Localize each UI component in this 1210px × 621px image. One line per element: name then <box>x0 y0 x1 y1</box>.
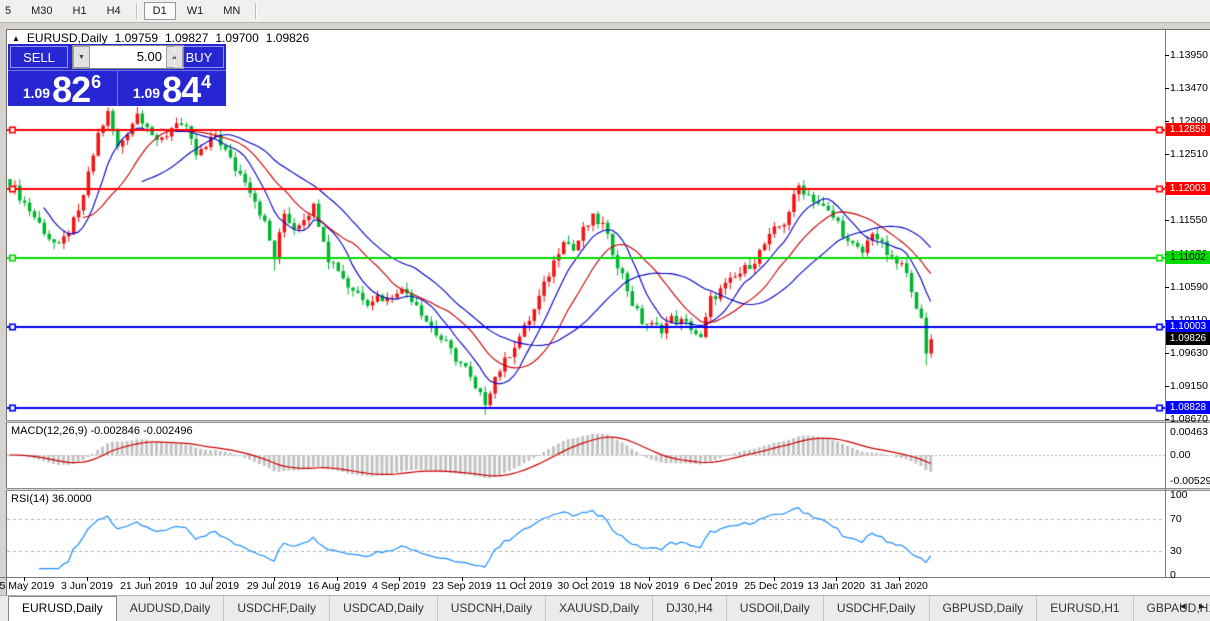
price-axis-tick <box>1165 88 1169 89</box>
ohlc-close: 1.09826 <box>265 31 310 45</box>
timeframe-button-mn[interactable]: MN <box>214 2 249 20</box>
timeframe-button-5[interactable]: 5 <box>0 2 20 20</box>
toolbar-separator <box>255 3 258 19</box>
chart-tab-xauusd-daily[interactable]: XAUUSD,Daily <box>545 596 652 621</box>
level-price-label: 1.11002 <box>1166 251 1210 265</box>
tab-scroll-controls: ◄ ► <box>1178 601 1206 611</box>
price-axis-tick <box>1165 386 1169 387</box>
tab-scroll-left-icon[interactable]: ◄ <box>1178 601 1187 611</box>
chart-tab-usdchf-daily[interactable]: USDCHF,Daily <box>822 596 929 621</box>
price-axis-tick-label: 1.13470 <box>1170 82 1208 95</box>
tab-scroll-right-icon[interactable]: ► <box>1197 601 1206 611</box>
price-axis-tick-label: 1.10590 <box>1170 280 1208 293</box>
level-price-label: 1.12858 <box>1166 123 1210 137</box>
rsi-axis-tick-label: 70 <box>1170 513 1182 525</box>
chart-tab-eurusd-daily[interactable]: EURUSD,Daily <box>8 596 117 621</box>
rsi-panel-splitter[interactable] <box>6 488 1210 491</box>
mt4-window: 5 M30 H1 H4 D1 W1 MN ▲ EURUSD,Daily 1.09759 1.… <box>0 0 1210 621</box>
price-axis-tick-label: 1.08670 <box>1170 412 1208 425</box>
macd-axis-tick-label: -0.00529 <box>1170 475 1210 488</box>
price-axis-tick <box>1165 55 1169 56</box>
level-price-label: 1.10003 <box>1166 320 1210 334</box>
date-axis-label: 13 Jan 2020 <box>807 580 865 592</box>
current-price-label: 1.09826 <box>1166 332 1210 346</box>
price-axis-tick-label: 1.09150 <box>1170 379 1208 392</box>
rsi-label-row: RSI(14) 36.0000 <box>11 493 92 505</box>
rsi-axis-tick-label: 100 <box>1170 489 1188 501</box>
volume-spinner: ▼ 5.00 ▲ <box>72 45 184 69</box>
sell-price-prefix: 1.09 <box>22 85 51 101</box>
date-axis-label: 6 Dec 2019 <box>684 580 738 592</box>
buy-price-big: 84 <box>162 69 201 110</box>
price-axis-tick <box>1165 353 1169 354</box>
sell-price-pip: 6 <box>91 72 102 92</box>
price-axis-tick <box>1165 154 1169 155</box>
ohlc-low: 1.09700 <box>215 31 259 45</box>
chart-tab-audusd-daily[interactable]: AUDUSD,Daily <box>117 596 224 621</box>
rsi-axis-tick-label: 30 <box>1170 545 1182 557</box>
chart-tab-usdchf-daily[interactable]: USDCHF,Daily <box>223 596 329 621</box>
chart-tab-usdcad-daily[interactable]: USDCAD,Daily <box>329 596 437 621</box>
volume-input[interactable]: 5.00 <box>90 46 166 68</box>
price-axis-border <box>1165 30 1166 577</box>
price-axis-tick-label: 1.13950 <box>1170 49 1208 62</box>
date-axis-border <box>0 577 1210 578</box>
toolbar-separator <box>135 3 138 19</box>
price-axis-tick <box>1165 419 1169 420</box>
macd-axis-tick-label: 0.00 <box>1170 449 1191 461</box>
level-price-label: 1.08828 <box>1166 401 1210 414</box>
rsi-value: 36.0000 <box>51 493 92 505</box>
timeframe-toolbar: 5 M30 H1 H4 D1 W1 MN <box>0 0 1210 23</box>
buy-button[interactable]: BUY <box>174 46 224 68</box>
ohlc-high: 1.09827 <box>165 31 209 45</box>
chart-tab-gbpusd-daily[interactable]: GBPUSD,Daily <box>928 596 1037 621</box>
chart-tab-usdoil-daily[interactable]: USDOil,Daily <box>725 596 823 621</box>
macd-value-signal: -0.002496 <box>143 425 193 437</box>
macd-panel-splitter[interactable] <box>6 420 1210 423</box>
price-axis-tick <box>1165 287 1169 288</box>
date-axis-label: 29 Jul 2019 <box>246 580 302 592</box>
macd-label-row: MACD(12,26,9) -0.002846 -0.002496 <box>11 425 193 437</box>
timeframe-button-h4[interactable]: H4 <box>98 2 130 20</box>
price-axis-tick <box>1165 121 1169 122</box>
timeframe-button-d1[interactable]: D1 <box>143 2 176 20</box>
chart-ohlc-header: ▲ EURUSD,Daily 1.09759 1.09827 1.09700 1… <box>12 31 309 45</box>
date-axis-label: 30 Oct 2019 <box>557 580 615 592</box>
rsi-indicator-canvas[interactable] <box>7 491 1165 577</box>
collapse-panel-icon[interactable]: ▲ <box>12 34 20 43</box>
chart-title: EURUSD,Daily <box>26 31 108 45</box>
price-axis-tick-label: 1.09630 <box>1170 346 1208 359</box>
price-axis-tick-label: 1.12510 <box>1170 148 1208 161</box>
macd-axis-tick-label: 0.00463 <box>1170 425 1208 438</box>
timeframe-button-m30[interactable]: M30 <box>22 2 61 20</box>
buy-price-display[interactable]: 1.09 84 4 <box>118 69 226 110</box>
rsi-axis-tick-label: 0 <box>1170 569 1176 581</box>
macd-value-main: -0.002846 <box>90 425 141 437</box>
level-price-label: 1.12003 <box>1166 182 1210 196</box>
chart-tab-usdcnh-daily[interactable]: USDCNH,Daily <box>436 596 545 621</box>
buy-price-pip: 4 <box>201 72 212 92</box>
buy-price-prefix: 1.09 <box>132 85 161 101</box>
chart-tab-dj30-h4[interactable]: DJ30,H4 <box>652 596 726 621</box>
chart-tab-eurusd-h1[interactable]: EURUSD,H1 <box>1036 596 1132 621</box>
timeframe-button-w1[interactable]: W1 <box>178 2 213 20</box>
price-axis-tick <box>1165 220 1169 221</box>
macd-label: MACD(12,26,9) <box>11 425 88 437</box>
ohlc-open: 1.09759 <box>114 31 158 45</box>
rsi-label: RSI(14) <box>11 493 49 505</box>
volume-decrease-button[interactable]: ▼ <box>73 46 90 68</box>
one-click-trading-panel: SELL ▼ 5.00 ▲ BUY 1.09 82 6 1.09 84 4 <box>8 44 226 110</box>
date-axis-label: 4 Sep 2019 <box>372 580 426 592</box>
date-axis-label: 21 Jun 2019 <box>120 580 178 592</box>
chart-tab-bar: EURUSD,Daily AUDUSD,Daily USDCHF,Daily USDC… <box>0 595 1210 621</box>
date-axis-label: 31 Jan 2020 <box>870 580 928 592</box>
timeframe-button-h1[interactable]: H1 <box>64 2 96 20</box>
sell-price-big: 82 <box>52 69 91 110</box>
price-axis-tick-label: 1.11550 <box>1170 214 1208 227</box>
sell-button[interactable]: SELL <box>10 46 68 68</box>
sell-price-display[interactable]: 1.09 82 6 <box>8 69 116 110</box>
